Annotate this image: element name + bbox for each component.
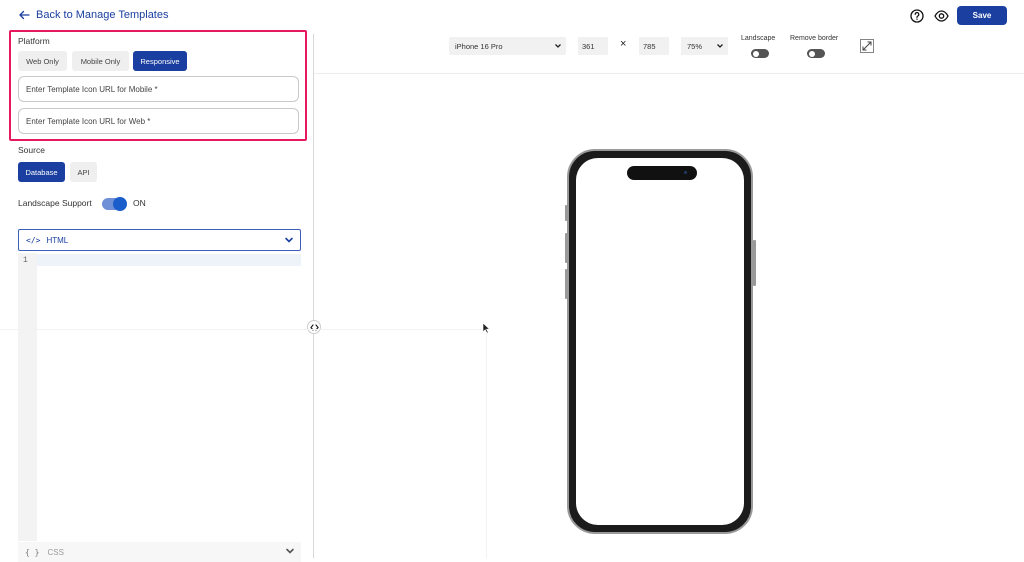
arrow-left-icon [19, 10, 30, 20]
phone-side-button [753, 240, 756, 286]
line-number: 1 [23, 256, 28, 265]
phone-preview-frame [567, 149, 753, 534]
active-line-highlight [37, 254, 301, 266]
back-to-templates-link[interactable]: Back to Manage Templates [18, 9, 168, 21]
braces-icon: { } [25, 547, 40, 557]
device-select[interactable]: iPhone 16 Pro [449, 37, 566, 55]
back-link-label: Back to Manage Templates [36, 9, 169, 21]
landscape-support-state: ON [133, 198, 146, 208]
web-icon-url-input[interactable] [18, 108, 299, 134]
landscape-toggle[interactable] [751, 49, 769, 58]
preview-eye-icon[interactable] [933, 8, 949, 24]
phone-screen[interactable] [576, 158, 744, 525]
zoom-select[interactable]: 75% [681, 37, 728, 55]
times-symbol: × [620, 38, 627, 50]
width-input[interactable]: 361 [578, 37, 608, 55]
css-tab-label: CSS [47, 547, 64, 557]
line-gutter [18, 253, 37, 541]
platform-responsive-button[interactable]: Responsive [133, 51, 187, 71]
zoom-select-value: 75% [687, 41, 703, 51]
source-api-button[interactable]: API [70, 162, 97, 182]
resize-handle[interactable] [307, 320, 321, 334]
guide-line [0, 329, 487, 330]
html-editor-tab[interactable]: </> HTML [18, 229, 301, 251]
source-label: Source [18, 145, 45, 155]
save-button[interactable]: Save [957, 6, 1007, 25]
height-input[interactable]: 785 [639, 37, 669, 55]
landscape-label: Landscape [741, 35, 776, 42]
source-database-button[interactable]: Database [18, 162, 65, 182]
toolbar-divider [314, 73, 1024, 74]
expand-icon[interactable] [860, 39, 874, 53]
css-editor-tab[interactable]: { } CSS [18, 542, 301, 562]
chevron-down-icon [555, 44, 561, 48]
platform-label: Platform [18, 36, 50, 46]
remove-border-label: Remove border [790, 35, 839, 42]
mobile-icon-url-input[interactable] [18, 76, 299, 102]
landscape-support-label: Landscape Support [18, 198, 92, 208]
chevron-down-icon [285, 237, 293, 243]
remove-border-toggle[interactable] [807, 49, 825, 58]
platform-web-only-button[interactable]: Web Only [18, 51, 67, 71]
panel-divider [313, 34, 314, 558]
dynamic-island [627, 166, 697, 180]
html-code-editor[interactable]: 1 [18, 253, 301, 541]
guide-line [486, 329, 487, 558]
html-tab-label: HTML [46, 235, 69, 245]
landscape-support-toggle[interactable] [102, 197, 127, 211]
chevron-down-icon [286, 548, 294, 554]
device-select-value: iPhone 16 Pro [455, 41, 503, 51]
left-panel: Platform Web Only Mobile Only Responsive… [0, 28, 313, 562]
help-icon[interactable] [909, 8, 925, 24]
top-actions: Save [909, 6, 1007, 25]
mouse-cursor-icon [482, 322, 490, 334]
chevron-down-icon [717, 44, 723, 48]
platform-mobile-only-button[interactable]: Mobile Only [72, 51, 129, 71]
code-icon: </> [26, 235, 41, 245]
